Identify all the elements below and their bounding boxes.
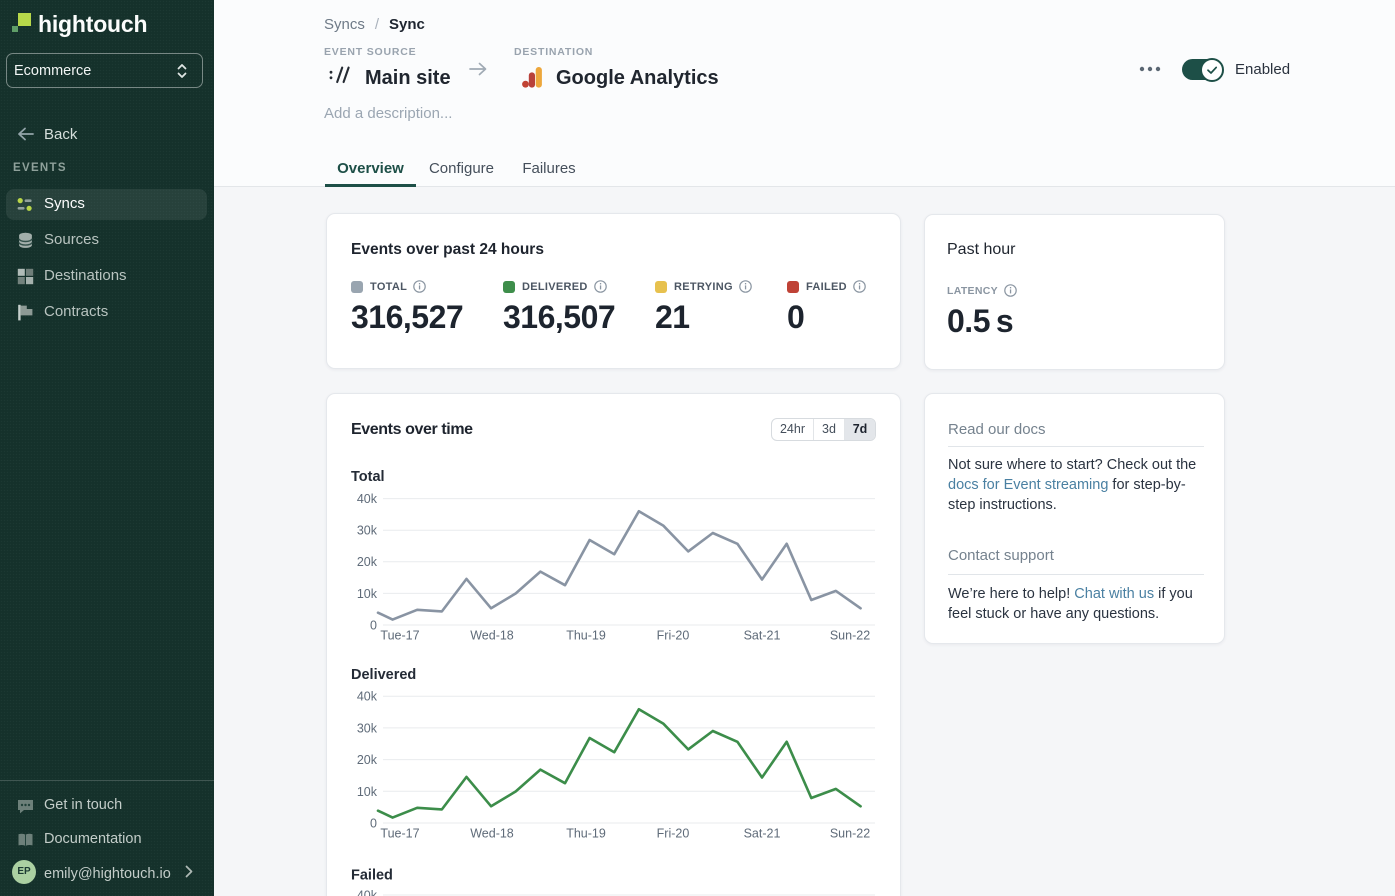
svg-text:Sun-22: Sun-22 (830, 827, 870, 841)
svg-text:10k: 10k (357, 785, 378, 799)
svg-text:Total: Total (351, 469, 385, 485)
svg-text:Fri-20: Fri-20 (657, 827, 690, 841)
svg-text:20k: 20k (357, 555, 378, 569)
svg-text:Tue-17: Tue-17 (380, 629, 419, 643)
svg-text:Thu-19: Thu-19 (566, 827, 606, 841)
svg-text:Fri-20: Fri-20 (657, 629, 690, 643)
svg-text:10k: 10k (357, 587, 378, 601)
svg-text:Wed-18: Wed-18 (470, 629, 514, 643)
svg-text:Sun-22: Sun-22 (830, 629, 870, 643)
svg-text:Failed: Failed (351, 868, 393, 884)
svg-text:30k: 30k (357, 721, 378, 735)
svg-text:0: 0 (370, 817, 377, 831)
svg-text:Sat-21: Sat-21 (744, 827, 781, 841)
svg-text:Tue-17: Tue-17 (380, 827, 419, 841)
svg-text:40k: 40k (357, 492, 378, 506)
svg-text:30k: 30k (357, 524, 378, 538)
svg-text:Thu-19: Thu-19 (566, 629, 606, 643)
svg-text:40k: 40k (357, 690, 378, 704)
svg-text:Delivered: Delivered (351, 667, 416, 683)
svg-text:20k: 20k (357, 753, 378, 767)
svg-text:Sat-21: Sat-21 (744, 629, 781, 643)
svg-text:0: 0 (370, 618, 377, 632)
svg-text:Wed-18: Wed-18 (470, 827, 514, 841)
svg-text:40k: 40k (357, 889, 378, 896)
